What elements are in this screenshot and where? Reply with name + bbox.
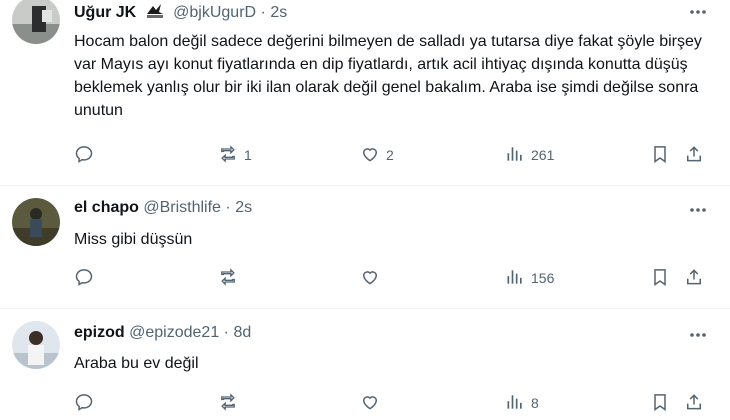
views-icon bbox=[505, 392, 525, 415]
like-icon bbox=[360, 392, 380, 415]
like-count: 2 bbox=[386, 147, 394, 163]
like-icon bbox=[360, 267, 380, 290]
share-icon bbox=[684, 144, 704, 167]
retweet-count: 1 bbox=[244, 147, 252, 163]
share-icon bbox=[684, 267, 704, 290]
tweet-text: Miss gibi düşsün bbox=[74, 231, 193, 248]
tweet-header: epizod @epizode21 · 8d bbox=[74, 324, 251, 342]
views-button[interactable]: 261 bbox=[505, 143, 554, 167]
like-icon bbox=[360, 144, 380, 167]
views-count: 261 bbox=[531, 147, 555, 163]
share-button[interactable] bbox=[684, 391, 704, 415]
tweet[interactable]: el chapo @Bristhlife · 2s Miss gibi düşs… bbox=[0, 186, 730, 311]
bookmark-icon bbox=[650, 267, 670, 290]
views-count: 8 bbox=[531, 395, 539, 411]
bookmark-icon bbox=[650, 392, 670, 415]
reply-icon bbox=[74, 144, 94, 167]
bookmark-button[interactable] bbox=[650, 143, 670, 167]
bookmark-button[interactable] bbox=[650, 391, 670, 415]
eagle-badge-icon bbox=[145, 2, 165, 25]
retweet-icon bbox=[218, 267, 238, 290]
views-icon bbox=[505, 267, 525, 290]
separator: · bbox=[225, 199, 231, 216]
reply-icon bbox=[74, 392, 94, 415]
tweet-header: Uğur JK @bjkUgurD · 2s bbox=[74, 2, 287, 25]
timestamp[interactable]: 2s bbox=[235, 199, 252, 216]
retweet-icon bbox=[218, 392, 238, 415]
timestamp[interactable]: 8d bbox=[233, 324, 251, 341]
display-name[interactable]: Uğur JK bbox=[74, 4, 136, 21]
share-button[interactable] bbox=[684, 143, 704, 167]
reply-button[interactable] bbox=[74, 143, 100, 167]
reply-button[interactable] bbox=[74, 266, 100, 290]
more-icon[interactable] bbox=[686, 4, 710, 20]
tweet-text: Araba bu ev değil bbox=[74, 355, 199, 372]
handle[interactable]: @bjkUgurD bbox=[173, 4, 256, 21]
like-button[interactable] bbox=[360, 266, 386, 290]
tweet[interactable]: Uğur JK @bjkUgurD · 2s Hocam balon değil… bbox=[0, 0, 730, 190]
more-icon[interactable] bbox=[686, 327, 710, 343]
avatar[interactable] bbox=[12, 0, 60, 44]
tweet-text: Hocam balon değil sadece değerini bilmey… bbox=[74, 33, 702, 119]
handle[interactable]: @epizode21 bbox=[129, 324, 219, 341]
timestamp[interactable]: 2s bbox=[270, 4, 287, 21]
like-button[interactable]: 2 bbox=[360, 143, 394, 167]
avatar[interactable] bbox=[12, 198, 60, 246]
share-button[interactable] bbox=[684, 266, 704, 290]
reply-button[interactable] bbox=[74, 391, 100, 415]
views-count: 156 bbox=[531, 270, 555, 286]
bookmark-icon bbox=[650, 144, 670, 167]
views-button[interactable]: 8 bbox=[505, 391, 539, 415]
action-bar: 1 2 261 bbox=[74, 143, 714, 167]
more-icon[interactable] bbox=[686, 202, 710, 218]
bookmark-button[interactable] bbox=[650, 266, 670, 290]
share-icon bbox=[684, 392, 704, 415]
tweet[interactable]: epizod @epizode21 · 8d Araba bu ev değil… bbox=[0, 309, 730, 420]
separator: · bbox=[223, 324, 229, 341]
views-icon bbox=[505, 144, 525, 167]
retweet-button[interactable] bbox=[218, 391, 244, 415]
action-bar: 156 bbox=[74, 266, 714, 290]
avatar[interactable] bbox=[12, 321, 60, 369]
separator: · bbox=[260, 4, 266, 21]
tweet-header: el chapo @Bristhlife · 2s bbox=[74, 199, 252, 217]
retweet-button[interactable]: 1 bbox=[218, 143, 252, 167]
action-bar: 8 bbox=[74, 391, 714, 415]
views-button[interactable]: 156 bbox=[505, 266, 554, 290]
display-name[interactable]: el chapo bbox=[74, 199, 139, 216]
like-button[interactable] bbox=[360, 391, 386, 415]
retweet-button[interactable] bbox=[218, 266, 244, 290]
display-name[interactable]: epizod bbox=[74, 324, 125, 341]
reply-icon bbox=[74, 267, 94, 290]
handle[interactable]: @Bristhlife bbox=[143, 199, 221, 216]
retweet-icon bbox=[218, 144, 238, 167]
